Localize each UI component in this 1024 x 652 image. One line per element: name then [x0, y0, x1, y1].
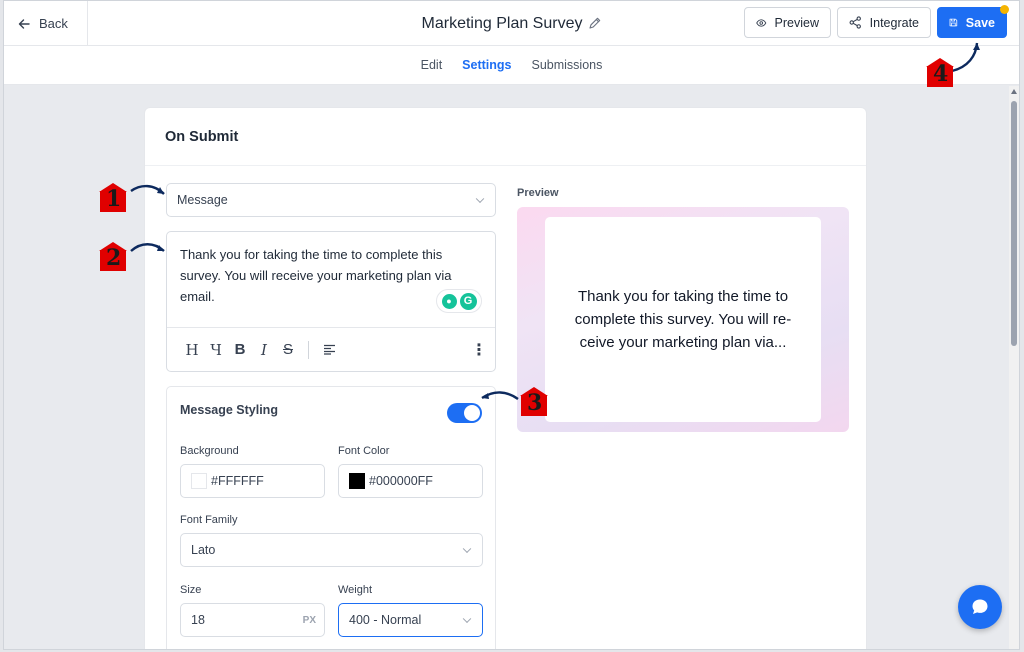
- annotation-number-2: 2: [106, 245, 122, 271]
- annotation-number-4: 4: [933, 61, 949, 87]
- annotation-number-3: 3: [527, 390, 543, 416]
- app-window: Back Marketing Plan Survey Preview Integ…: [3, 0, 1020, 650]
- annotation-number-1: 1: [106, 186, 122, 212]
- annotation-overlay: [99, 42, 980, 416]
- annotation-2-arrow: [130, 243, 165, 252]
- annotation-4-arrow: [951, 42, 980, 73]
- annotation-3-arrow: [481, 391, 519, 400]
- annotation-1-arrow: [130, 184, 165, 195]
- chat-bubble-icon: [972, 599, 988, 614]
- chat-launcher-button[interactable]: [958, 585, 1002, 629]
